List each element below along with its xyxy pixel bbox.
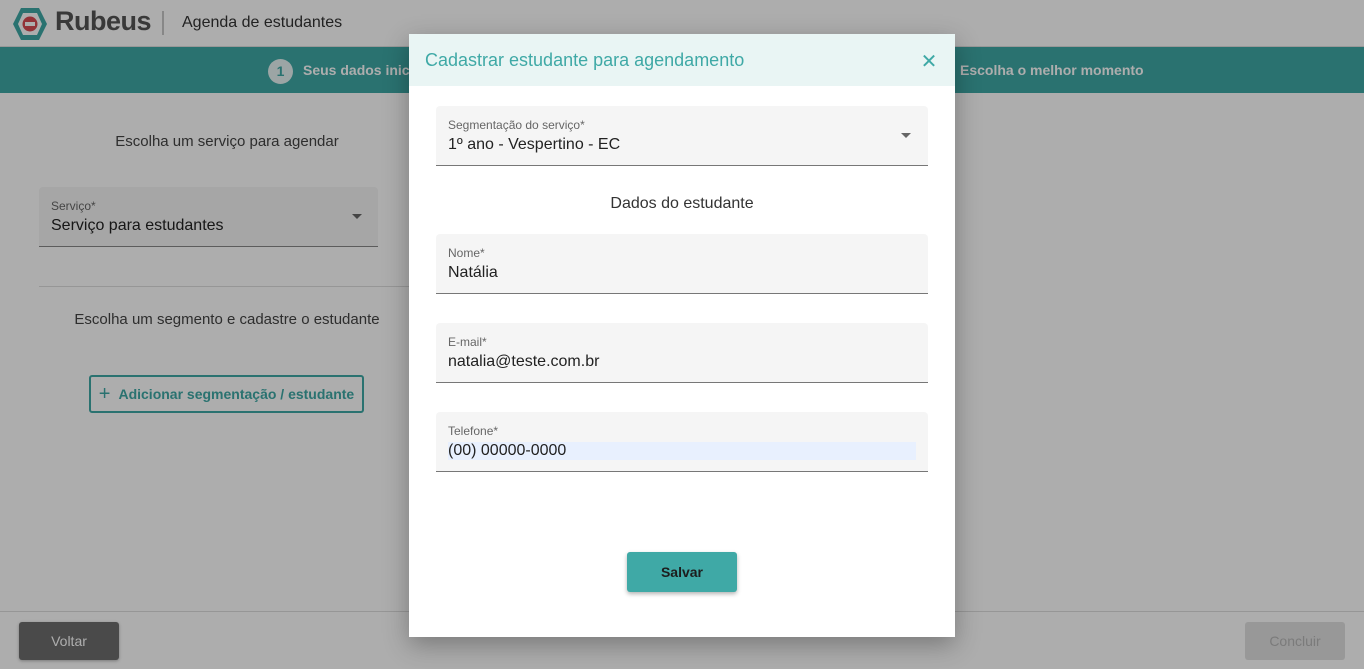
dialog-header: Cadastrar estudante para agendamento ✕ <box>409 34 955 86</box>
dropdown-arrow-icon <box>901 133 911 138</box>
segment-select-label: Segmentação do serviço* <box>448 118 585 132</box>
student-data-title: Dados do estudante <box>610 195 754 212</box>
email-field[interactable]: E-mail* natalia@teste.com.br <box>436 323 928 383</box>
name-field-value[interactable]: Natália <box>448 264 498 282</box>
phone-field-label: Telefone* <box>448 424 499 438</box>
phone-field[interactable]: Telefone* (00) 00000-0000 <box>436 412 928 472</box>
email-field-value[interactable]: natalia@teste.com.br <box>448 353 599 371</box>
dialog-title: Cadastrar estudante para agendamento <box>425 50 745 70</box>
email-field-label: E-mail* <box>448 335 487 349</box>
close-icon[interactable]: ✕ <box>919 52 939 72</box>
segment-select-value: 1º ano - Vespertino - EC <box>448 136 621 153</box>
name-field-label: Nome* <box>448 246 485 260</box>
segment-select[interactable]: Segmentação do serviço* 1º ano - Vespert… <box>436 106 928 166</box>
register-student-dialog: Cadastrar estudante para agendamento ✕ S… <box>409 34 955 637</box>
phone-field-value[interactable]: (00) 00000-0000 <box>448 442 566 460</box>
name-field[interactable]: Nome* Natália <box>436 234 928 294</box>
save-button[interactable]: Salvar <box>627 552 737 592</box>
